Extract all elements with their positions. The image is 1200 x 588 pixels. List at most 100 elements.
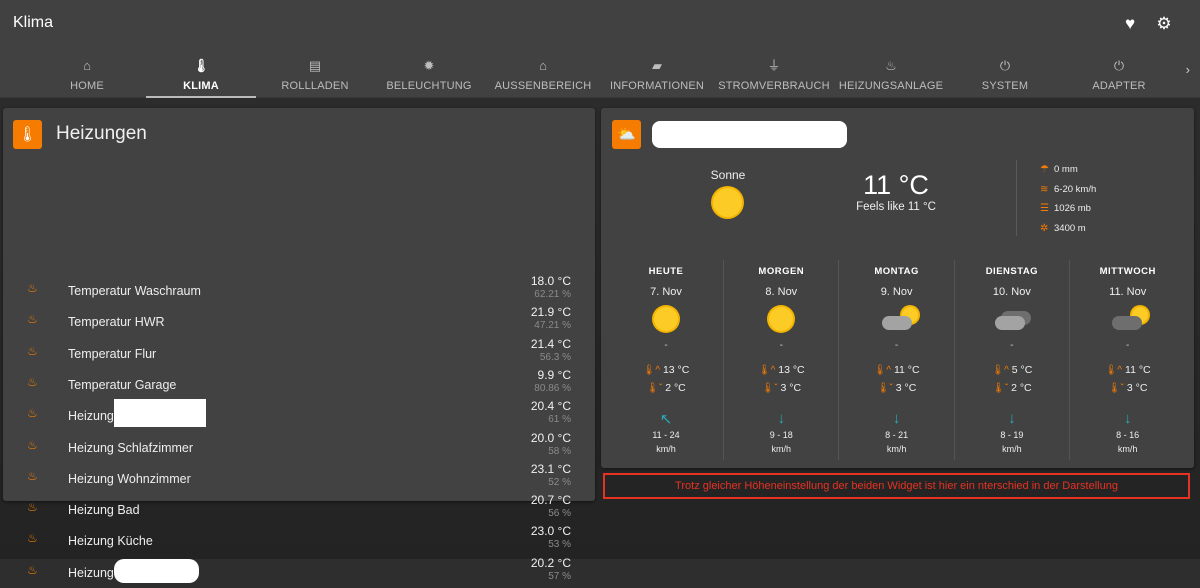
- item-name: Temperatur Garage: [68, 377, 177, 392]
- tab-label: HEIZUNGSANLAGE: [838, 80, 944, 92]
- tab-label: KLIMA: [183, 80, 219, 92]
- umbrella-icon: ☂: [1040, 164, 1049, 175]
- day-name: MITTWOCH: [1099, 266, 1156, 277]
- day-name: DIENSTAG: [985, 266, 1039, 277]
- tab-bar: ⌂ HOME 🌡 KLIMA ▤ ROLLLADEN ✹ BELEUCHTUNG ⌂ AUSSEN…: [0, 50, 1200, 98]
- radiator-icon: ♨: [27, 500, 38, 515]
- item-name: Temperatur HWR: [68, 315, 165, 330]
- temperature-value: 18.0 °C: [530, 274, 571, 288]
- forecast-day: HEUTE 7. Nov - 🌡^ 13 °C 🌡ˇ 2 °C ↖ 11 - 2…: [609, 260, 724, 460]
- detail-value: 1026 mb: [1054, 203, 1091, 214]
- forecast-day: MITTWOCH 11. Nov - 🌡^ 11 °C 🌡ˇ 3 °C ↓ 8 …: [1070, 260, 1185, 460]
- tab-home[interactable]: ⌂ HOME: [30, 50, 144, 98]
- temp-high: 11 °C: [1125, 364, 1151, 376]
- list-item[interactable]: ♨ Heizung Schlafzimmer 20.0 °C 58 %: [3, 431, 595, 463]
- list-item[interactable]: ♨ Heizung Bad 20.7 °C 56 %: [3, 493, 595, 525]
- radiator-icon: ♨: [27, 343, 38, 358]
- tab-rollladen[interactable]: ▤ ROLLLADEN: [258, 50, 372, 98]
- tab-heizungsanlage[interactable]: ♨ HEIZUNGSANLAGE: [834, 50, 948, 98]
- date: 8. Nov: [765, 286, 798, 298]
- wind-speed: 9 - 18: [769, 430, 793, 440]
- heart-icon[interactable]: ♥: [1120, 14, 1140, 34]
- list-item[interactable]: ♨ Temperatur Garage 9.9 °C 80.86 %: [3, 368, 595, 400]
- heating-card: 🌡 Heizungen ♨ Temperatur Waschraum 18.0 …: [3, 108, 595, 583]
- day-name: MONTAG: [874, 266, 919, 277]
- humidity-value: 53 %: [548, 539, 571, 551]
- cloud-icon: [881, 316, 912, 330]
- tab-label: INFORMATIONEN: [609, 80, 705, 92]
- tab-stromverbrauch[interactable]: ⏚ STROMVERBRAUCH: [717, 50, 831, 98]
- precipitation: -: [664, 340, 668, 351]
- temperature-value: 20.4 °C: [530, 399, 571, 414]
- temp-high-icon: 🌡^: [642, 365, 661, 376]
- tab-label: SYSTEM: [981, 80, 1029, 92]
- sun-icon: [654, 307, 678, 331]
- house-icon: ⌂: [539, 58, 547, 73]
- tab-aussenbereich[interactable]: ⌂ AUSSENBEREICH: [486, 50, 600, 98]
- list-item[interactable]: ♨ Heizung Wohnzimmer 23.1 °C 52 %: [3, 461, 595, 494]
- tab-label: AUSSENBEREICH: [494, 80, 592, 92]
- chevron-right-icon[interactable]: ›: [1186, 62, 1190, 77]
- radiator-icon: ♨: [885, 58, 897, 73]
- radiator-icon: ♨: [27, 406, 38, 421]
- temperature-value: 23.1 °C: [530, 461, 571, 476]
- day-name: HEUTE: [648, 266, 684, 277]
- list-item[interactable]: ♨ Temperatur Waschraum 18.0 °C 62.21 %: [3, 274, 595, 306]
- temp-low: 2 °C: [665, 382, 686, 394]
- humidity-value: 62.21 %: [534, 289, 571, 300]
- list-item[interactable]: ♨ Heizung 20.2 °C 57 %: [3, 555, 595, 588]
- temp-high-icon: 🌡^: [991, 365, 1009, 376]
- precipitation: -: [1010, 340, 1014, 351]
- tab-system[interactable]: ⏻ SYSTEM: [948, 50, 1062, 98]
- plug-icon: ⏚: [767, 58, 781, 73]
- item-name: Heizung Schlafzimmer: [68, 440, 194, 455]
- temp-high-icon: 🌡^: [757, 365, 776, 376]
- tab-adapter[interactable]: ⏻ ADAPTER: [1062, 50, 1176, 98]
- temp-low: 3 °C: [895, 382, 917, 394]
- temp-low: 3 °C: [1126, 382, 1148, 394]
- temp-low-icon: 🌡ˇ: [876, 383, 893, 394]
- folder-info-icon: ▰: [652, 58, 662, 73]
- temperature-value: 20.7 °C: [530, 493, 571, 508]
- list-item[interactable]: ♨ Heizung 20.4 °C 61 %: [3, 399, 595, 431]
- list-item[interactable]: ♨ Heizung Küche 23.0 °C 53 %: [3, 524, 595, 556]
- wind-direction-icon: ↓: [1008, 410, 1016, 427]
- precipitation: -: [894, 340, 899, 351]
- date: 9. Nov: [880, 286, 913, 298]
- thermometer-icon: 🌡: [192, 58, 210, 73]
- wind-direction-icon: ↓: [892, 410, 901, 427]
- radiator-icon: ♨: [27, 531, 38, 546]
- gear-icon[interactable]: ⚙: [1154, 14, 1174, 34]
- tab-informationen[interactable]: ▰ INFORMATIONEN: [600, 50, 714, 98]
- cloud-icon: [1112, 316, 1143, 330]
- item-name: Heizung: [68, 409, 114, 424]
- pressure-icon: ☰: [1040, 203, 1049, 214]
- weather-detail: ✲ 3400 m: [1040, 223, 1086, 234]
- day-name: MORGEN: [758, 266, 805, 277]
- detail-value: 6-20 km/h: [1054, 183, 1097, 195]
- home-icon: ⌂: [83, 58, 91, 73]
- temp-low: 2 °C: [1011, 382, 1032, 394]
- list-item[interactable]: ♨ Temperatur HWR 21.9 °C 47.21 %: [3, 305, 595, 337]
- wind-unit: km/h: [1002, 444, 1022, 454]
- redacted-name: [114, 558, 199, 583]
- list-item[interactable]: ♨ Temperatur Flur 21.4 °C 56.3 %: [3, 337, 595, 369]
- temp-low-icon: 🌡ˇ: [646, 383, 663, 394]
- item-name: Heizung Küche: [68, 534, 153, 549]
- weather-icon: ⛅: [612, 120, 641, 149]
- detail-value: 3400 m: [1054, 222, 1086, 234]
- tab-label: ROLLLADEN: [281, 80, 349, 92]
- tab-beleuchtung[interactable]: ✹ BELEUCHTUNG: [372, 50, 486, 98]
- power-icon: ⏻: [999, 58, 1011, 73]
- temp-low: 3 °C: [780, 382, 802, 394]
- item-name: Heizung Wohnzimmer: [68, 471, 191, 486]
- weather-detail: ☰ 1026 mb: [1040, 203, 1091, 214]
- radiator-icon: ♨: [27, 281, 38, 295]
- humidity-value: 52 %: [548, 476, 571, 488]
- temperature-value: 23.0 °C: [530, 524, 571, 539]
- temperature-value: 20.2 °C: [530, 555, 571, 570]
- radiator-icon: ♨: [27, 468, 38, 483]
- tab-klima[interactable]: 🌡 KLIMA: [144, 50, 258, 98]
- temperature-value: 21.9 °C: [530, 305, 571, 320]
- weather-icon: [840, 304, 954, 336]
